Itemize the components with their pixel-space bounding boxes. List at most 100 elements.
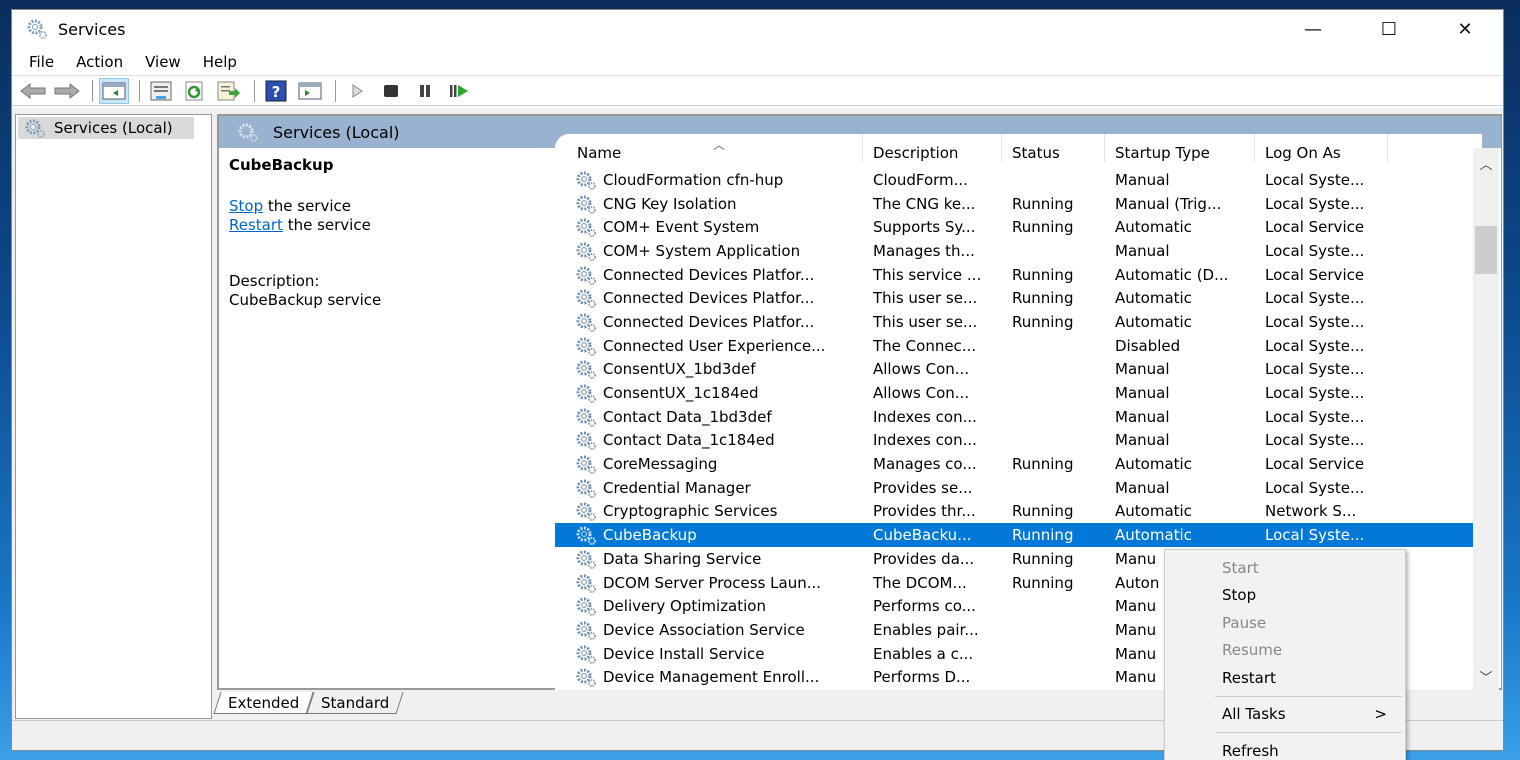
context-menu-item-pause: Pause [1165,609,1405,637]
restart-service-button[interactable] [444,78,474,104]
service-row[interactable]: Cryptographic Services Provides thr... Run… [555,500,1482,524]
service-name: Cryptographic Services [603,502,778,521]
service-logon-cell: Network S... [1265,502,1357,521]
service-row[interactable]: COM+ System Application Manages th... Manu… [555,239,1482,263]
service-gear-icon [576,313,596,332]
submenu-chevron-icon: > [1374,705,1387,724]
tab-standard[interactable]: Standard [306,692,405,714]
service-gear-icon [576,526,596,546]
service-startup-cell: Automatic (D... [1115,265,1229,284]
service-gear-icon [576,455,596,475]
stop-service-icon [384,84,398,97]
pause-service-button[interactable] [410,78,440,104]
vertical-scrollbar[interactable]: ︿ ﹀ [1473,148,1499,692]
context-menu-item-all-tasks[interactable]: All Tasks > [1165,701,1405,729]
tree-item-label: Services (Local) [54,119,173,137]
tab-extended[interactable]: Extended [213,692,314,714]
service-description-cell: Manages th... [873,241,975,260]
context-menu-item-restart[interactable]: Restart [1165,664,1405,692]
export-list-icon [217,81,240,100]
pause-service-icon [420,84,430,97]
service-name: Device Management Enroll... [603,668,820,687]
minimize-button[interactable]: — [1275,10,1351,48]
sort-ascending-icon: ︿ [713,138,726,152]
service-description-cell: CubeBacku... [873,526,972,545]
scroll-down-icon[interactable]: ﹀ [1473,667,1499,686]
service-row[interactable]: ConsentUX_1bd3def Allows Con... Manual Loca… [555,358,1482,382]
service-description-cell: This user se... [873,289,978,308]
service-description-cell: The Connec... [873,336,977,355]
pane-header-title: Services (Local) [273,122,400,142]
menu-bar: File Action View Help [12,48,1503,76]
properties-button[interactable] [146,78,176,104]
service-status-cell: Running [1012,526,1074,545]
service-row[interactable]: Connected Devices Platfor... This user se… [555,286,1482,310]
forward-arrow-icon [54,82,80,99]
service-row[interactable]: CoreMessaging Manages co... Running Automat… [555,452,1482,476]
service-startup-cell: Manual (Trig... [1115,194,1222,213]
service-startup-cell: Automatic [1115,526,1192,545]
start-service-button[interactable] [342,78,372,104]
context-menu-item-refresh[interactable]: Refresh [1165,737,1405,760]
service-row[interactable]: Contact Data_1c184ed Indexes con... Manual… [555,429,1482,453]
service-gear-icon [576,431,596,451]
column-header-startup-type[interactable]: Startup Type [1105,134,1255,162]
services-gear-icon [238,123,258,142]
column-header-description[interactable]: Description [863,134,1002,162]
menu-action[interactable]: Action [65,53,134,71]
menu-help[interactable]: Help [192,53,248,71]
show-hide-console-tree-button[interactable] [99,77,129,104]
toolbar-separator [139,79,140,102]
column-header-status[interactable]: Status [1002,134,1105,162]
tree-item-services-local[interactable]: Services (Local) [18,117,194,139]
service-description-cell: This user se... [873,312,978,331]
service-row[interactable]: Contact Data_1bd3def Indexes con... Manual… [555,405,1482,429]
column-header-log-on-as[interactable]: Log On As [1255,134,1388,162]
tab-standard-label: Standard [321,693,390,712]
service-description-cell: Allows Con... [873,384,970,403]
service-name-cell: Connected Devices Platfor... [555,265,863,285]
menu-item-label: Stop [1222,586,1257,605]
help-button[interactable]: ? [261,78,291,104]
export-list-button[interactable] [214,78,244,104]
service-logon-cell: Local Service [1265,218,1365,237]
forward-button[interactable] [52,78,82,104]
service-name-cell: Contact Data_1bd3def [555,407,863,427]
service-row[interactable]: CloudFormation cfn-hup CloudForm... Manual… [555,168,1482,192]
stop-service-button[interactable] [376,78,406,104]
restart-service-link[interactable]: Restart [229,216,283,234]
start-service-icon [352,83,363,98]
menu-file[interactable]: File [18,53,65,71]
window-title: Services [58,19,126,39]
service-row[interactable]: Connected Devices Platfor... This service… [555,263,1482,287]
stop-service-link[interactable]: Stop [229,197,263,215]
column-header-name[interactable]: Name [555,134,863,162]
context-menu-item-stop[interactable]: Stop [1165,582,1405,610]
service-name: Contact Data_1bd3def [603,407,772,426]
service-row[interactable]: Connected Devices Platfor... This user se… [555,310,1482,334]
service-description-cell: Performs D... [873,668,971,687]
service-description-cell: Enables pair... [873,620,979,639]
service-row[interactable]: Connected User Experience... The Connec..… [555,334,1482,358]
service-gear-icon [576,218,596,238]
service-row[interactable]: CNG Key Isolation The CNG ke... Running Man… [555,192,1482,216]
service-row[interactable]: CubeBackup CubeBacku... Running Automatic Lo… [555,523,1482,547]
maximize-button[interactable]: ☐ [1351,10,1427,48]
service-logon-cell: Local Syste... [1265,241,1365,260]
menu-view[interactable]: View [134,53,192,71]
service-row[interactable]: COM+ Event System Supports Sy... Running Au… [555,215,1482,239]
service-row[interactable]: ConsentUX_1c184ed Allows Con... Manual Loca… [555,381,1482,405]
service-name-cell: COM+ Event System [555,217,863,238]
scroll-up-icon[interactable]: ︿ [1473,154,1499,173]
refresh-button[interactable] [180,78,210,104]
service-gear-icon [576,195,596,214]
service-name: COM+ Event System [603,218,760,237]
show-action-pane-button[interactable] [295,78,325,104]
close-button[interactable]: ✕ [1427,10,1503,48]
scrollbar-thumb[interactable] [1475,226,1497,274]
service-row[interactable]: Credential Manager Provides se... Manual Lo… [555,476,1482,500]
service-gear-icon [576,242,596,261]
service-name: COM+ System Application [603,241,801,260]
back-button[interactable] [18,78,48,104]
service-gear-icon [576,337,596,356]
